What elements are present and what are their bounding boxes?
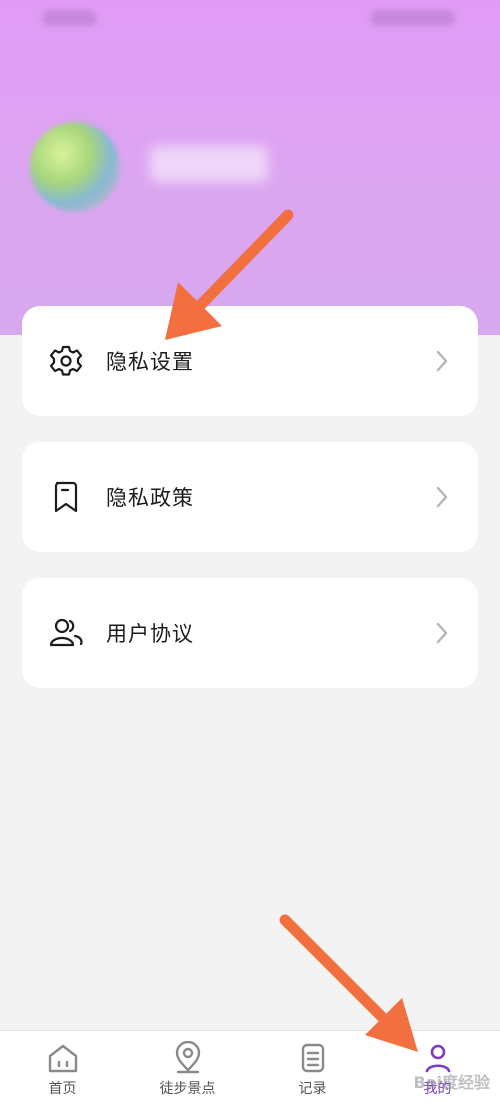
tab-home[interactable]: 首页 (0, 1031, 125, 1111)
chevron-right-icon (432, 619, 452, 647)
gear-icon (48, 343, 84, 379)
tab-label: 徒步景点 (159, 1081, 216, 1097)
tab-label: 首页 (48, 1081, 77, 1097)
menu-item-privacy-policy[interactable]: 隐私政策 (22, 442, 478, 552)
menu-item-label: 用户协议 (106, 622, 194, 646)
bookmark-icon (48, 479, 84, 515)
tab-label: 记录 (298, 1081, 327, 1097)
document-icon (296, 1041, 330, 1075)
tab-hiking-spots[interactable]: 徒步景点 (125, 1031, 250, 1111)
tab-records[interactable]: 记录 (250, 1031, 375, 1111)
profile-header (0, 0, 500, 335)
chevron-right-icon (432, 347, 452, 375)
home-icon (46, 1041, 80, 1075)
status-bar-icons-blurred (370, 10, 455, 26)
menu-item-label: 隐私设置 (106, 350, 194, 374)
status-bar-time-blurred (42, 10, 97, 26)
location-pin-icon (171, 1040, 205, 1075)
username-blurred (150, 146, 268, 182)
watermark: Bai度经验 (413, 1073, 490, 1092)
chevron-right-icon (432, 483, 452, 511)
avatar[interactable] (30, 122, 120, 212)
users-icon (48, 615, 84, 651)
menu-item-privacy-settings[interactable]: 隐私设置 (22, 306, 478, 416)
menu-item-user-agreement[interactable]: 用户协议 (22, 578, 478, 688)
menu-item-label: 隐私政策 (106, 486, 194, 510)
